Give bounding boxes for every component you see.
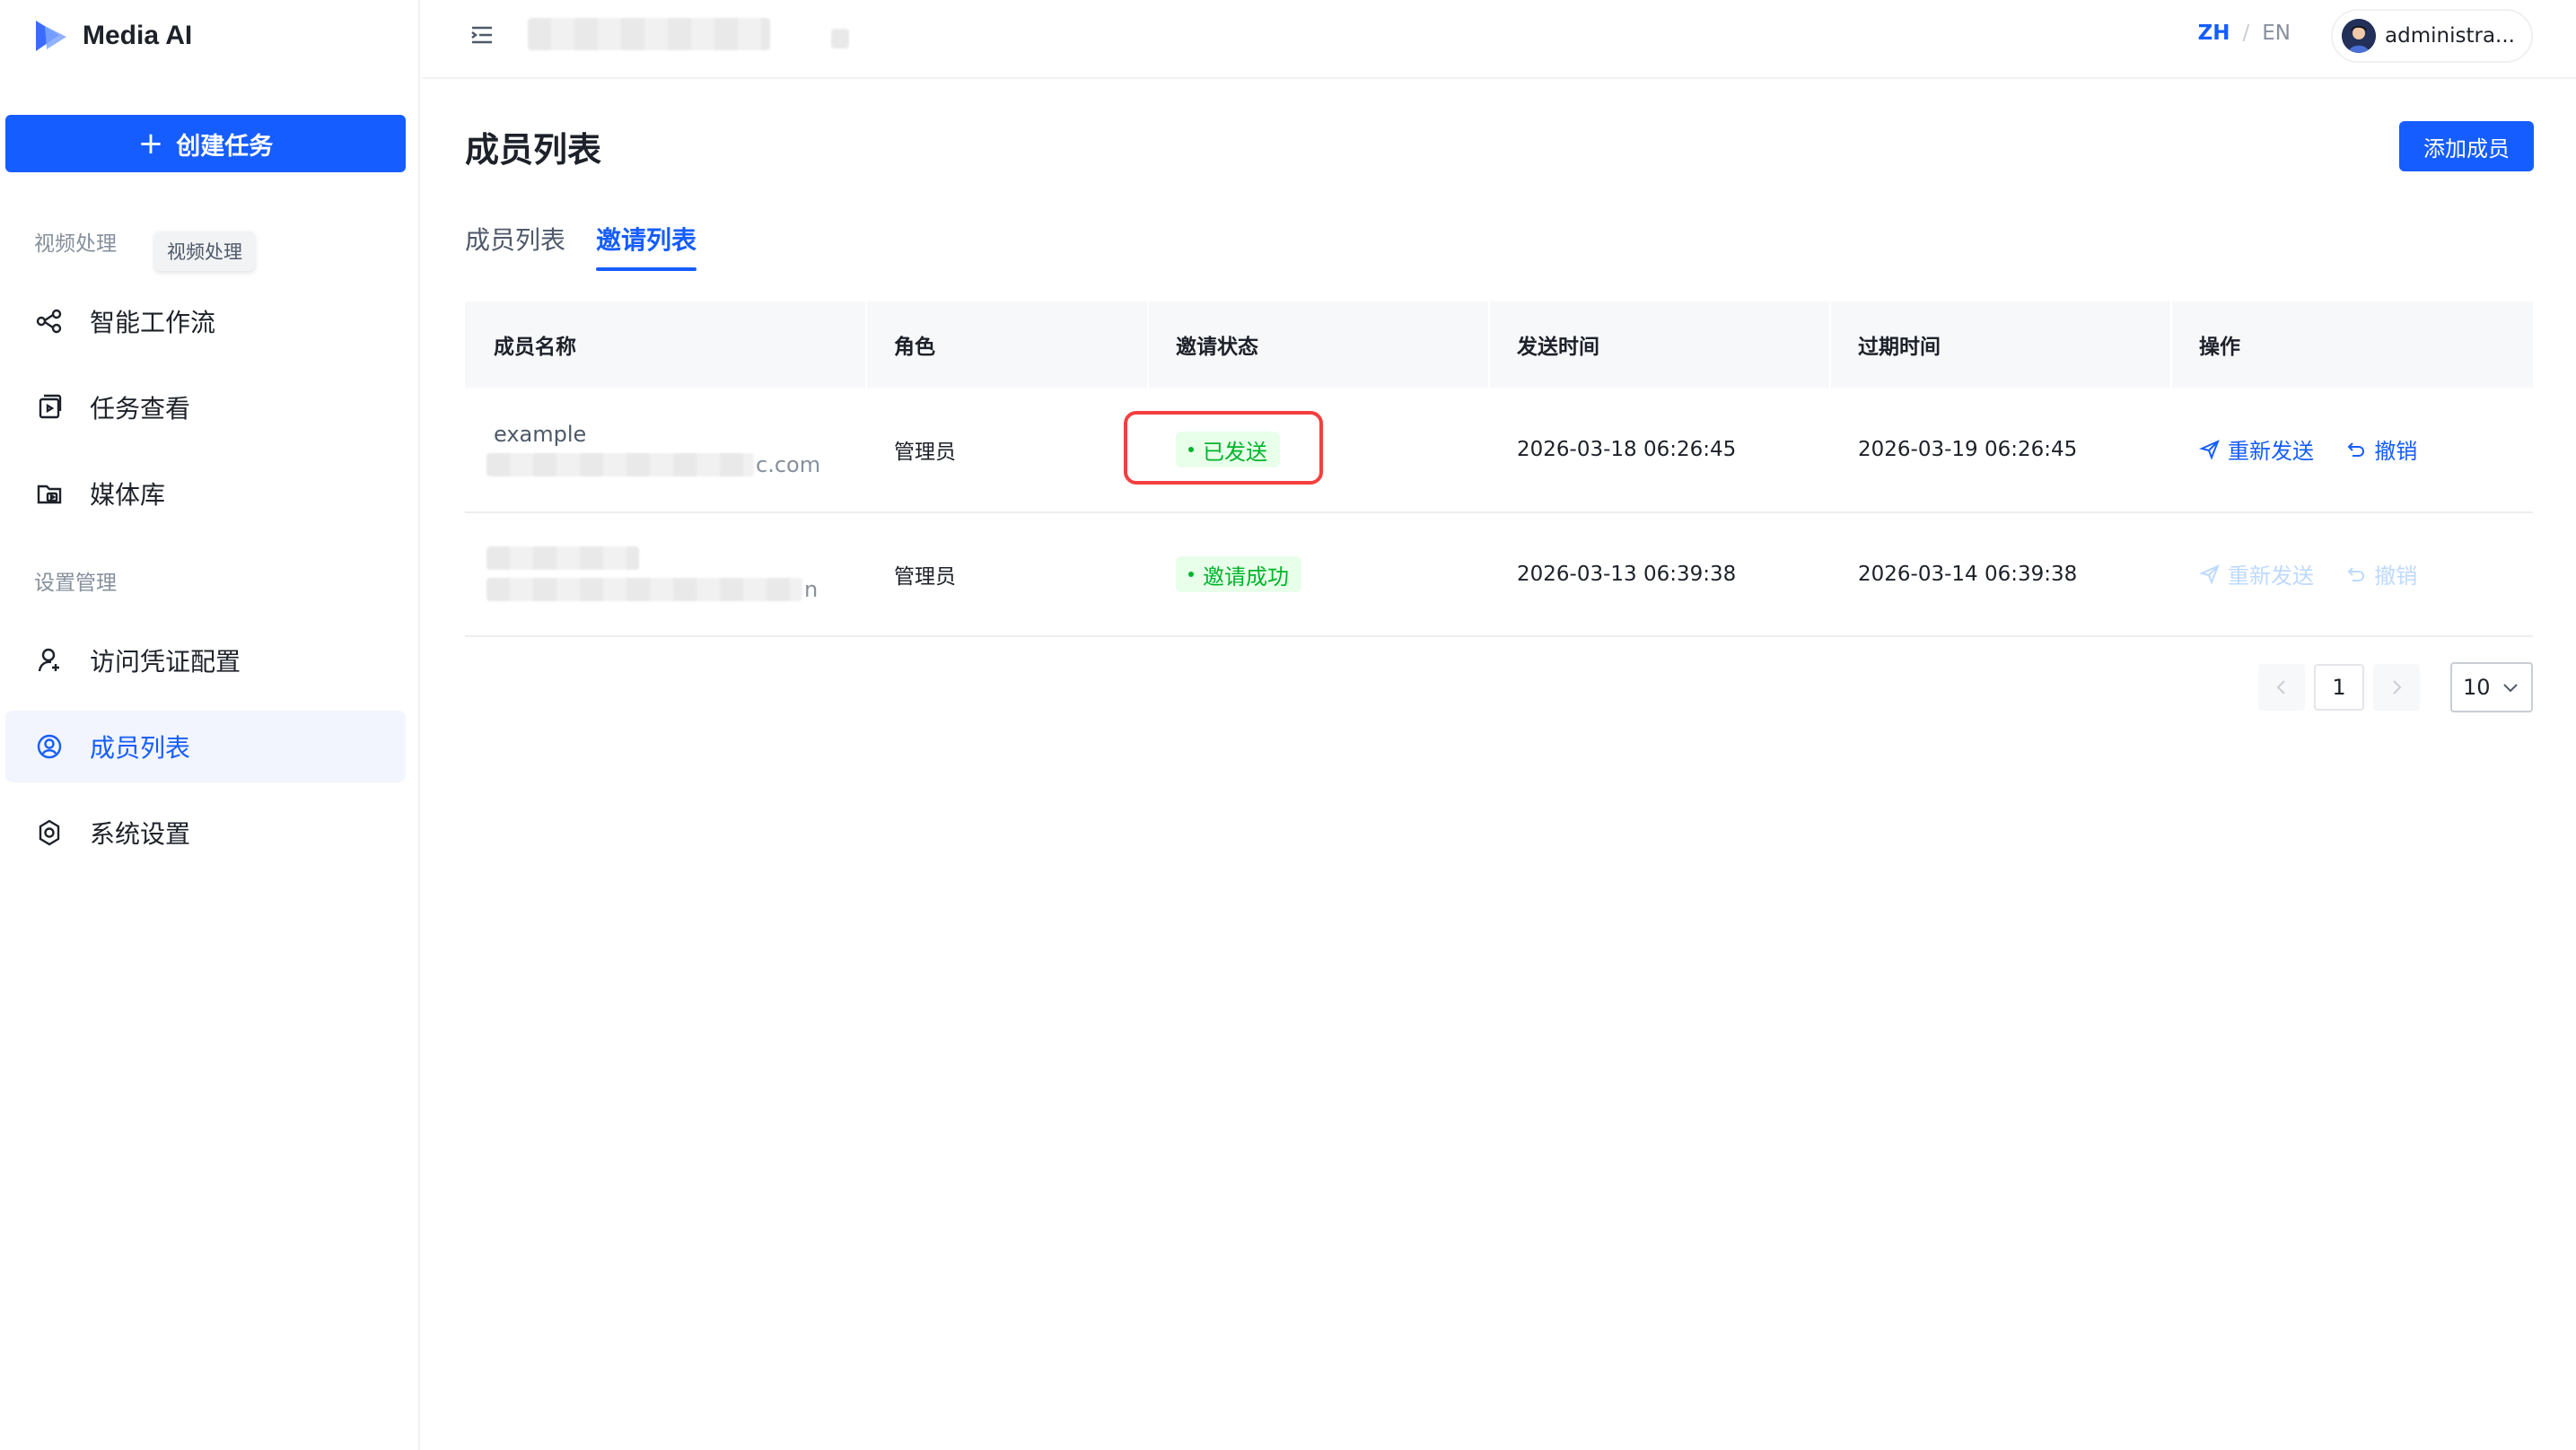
logo-icon [32, 17, 70, 55]
email-suffix: c.com [756, 452, 821, 477]
member-email: c.com [486, 452, 865, 477]
member-name-cell: example c.com [465, 422, 865, 477]
actions-cell: 重新发送 撤销 [2170, 558, 2533, 590]
add-member-button[interactable]: 添加成员 [2399, 121, 2534, 171]
credential-icon [34, 645, 65, 676]
redacted-name [486, 546, 639, 570]
sidebar-item-label: 任务查看 [90, 394, 191, 424]
resend-button[interactable]: 重新发送 [2199, 433, 2314, 465]
prev-page-button[interactable] [2258, 664, 2305, 711]
tooltip: 视频处理 [154, 231, 255, 271]
status-badge: 邀请成功 [1176, 556, 1301, 592]
sent-time-cell: 2026-03-13 06:39:38 [1517, 563, 1737, 586]
redacted-mark [831, 29, 849, 48]
highlight-annotation [1124, 411, 1323, 485]
column-header: 邀请状态 [1147, 301, 1488, 388]
page-title: 成员列表 [465, 130, 602, 170]
column-header: 成员名称 [494, 336, 576, 359]
plus-icon: + [137, 126, 164, 162]
status-text: 邀请成功 [1203, 563, 1289, 590]
redacted-email [486, 453, 754, 476]
lang-zh[interactable]: ZH [2198, 22, 2230, 45]
expire-time-cell: 2026-03-19 06:26:45 [1858, 438, 2078, 461]
revoke-label: 撤销 [2374, 563, 2418, 590]
create-task-label: 创建任务 [176, 132, 274, 161]
email-suffix: n [804, 577, 819, 602]
brand-name: Media AI [83, 21, 193, 50]
revoke-button[interactable]: 撤销 [2345, 558, 2417, 590]
status-dot-icon [1188, 572, 1194, 577]
revoke-label: 撤销 [2374, 439, 2418, 465]
brand[interactable]: Media AI [32, 16, 192, 56]
task-icon [34, 392, 65, 423]
sidebar-item-media-library[interactable]: 媒体库 [5, 458, 406, 529]
resend-label: 重新发送 [2228, 563, 2314, 590]
column-header: 发送时间 [1488, 301, 1829, 388]
sidebar-item-label: 访问凭证配置 [90, 647, 241, 677]
role-cell: 管理员 [894, 441, 956, 464]
chevron-right-icon [2393, 680, 2402, 694]
sent-time-cell: 2026-03-18 06:26:45 [1517, 438, 1737, 461]
column-header: 角色 [865, 301, 1147, 388]
sidebar-item-workflow[interactable]: 智能工作流 [5, 285, 406, 357]
table-row: example c.com 管理员 已发送 2026-03-18 06:26:4… [465, 388, 2533, 513]
language-switch: ZH / EN [2198, 22, 2291, 45]
column-header: 操作 [2170, 301, 2533, 388]
sidebar-item-tasks[interactable]: 任务查看 [5, 371, 406, 443]
resend-label: 重新发送 [2228, 439, 2314, 465]
chevron-left-icon [2276, 680, 2285, 694]
lang-separator: / [2242, 22, 2250, 45]
tab-member-list[interactable]: 成员列表 [465, 221, 565, 271]
table-header: 成员名称 角色 邀请状态 发送时间 过期时间 操作 [465, 301, 2533, 388]
sidebar-item-credentials[interactable]: 访问凭证配置 [5, 625, 406, 696]
column-header: 过期时间 [1829, 301, 2170, 388]
sidebar-item-label: 媒体库 [90, 480, 166, 510]
menu-fold-icon[interactable] [469, 22, 495, 48]
sidebar-item-system-settings[interactable]: 系统设置 [5, 797, 406, 869]
workflow-icon [34, 306, 65, 336]
gear-icon [34, 817, 65, 848]
sidebar: Media AI + 创建任务 视频处理 视频处理 智能工作流 任务查看 媒体库… [0, 0, 420, 1450]
section-title-settings: 设置管理 [34, 572, 117, 595]
member-name-cell: n [465, 546, 865, 602]
undo-icon [2347, 567, 2365, 581]
redacted-email [486, 578, 802, 601]
member-icon [34, 731, 65, 762]
sidebar-item-label: 智能工作流 [90, 308, 216, 337]
page-size-value: 10 [2463, 675, 2491, 700]
page-number-button[interactable]: 1 [2314, 664, 2364, 711]
send-icon [2199, 439, 2220, 460]
create-task-button[interactable]: + 创建任务 [5, 115, 406, 172]
status-cell: 邀请成功 [1147, 556, 1488, 592]
expire-time-cell: 2026-03-14 06:39:38 [1858, 563, 2078, 586]
redacted-breadcrumb [528, 18, 770, 50]
chevron-down-icon [2503, 684, 2518, 693]
undo-icon [2347, 442, 2365, 457]
next-page-button[interactable] [2373, 664, 2420, 711]
tab-invite-list[interactable]: 邀请列表 [596, 221, 697, 271]
section-title-video: 视频处理 [34, 232, 117, 256]
media-library-icon [34, 478, 65, 509]
role-cell: 管理员 [894, 565, 956, 589]
sidebar-item-members[interactable]: 成员列表 [5, 711, 406, 782]
sidebar-item-label: 系统设置 [90, 819, 191, 849]
table-row: n 管理员 邀请成功 2026-03-13 06:39:38 2026-03-1… [465, 513, 2533, 637]
tab-bar: 成员列表 邀请列表 [465, 221, 697, 271]
user-name: administra... [2385, 24, 2515, 48]
lang-en[interactable]: EN [2262, 22, 2291, 45]
user-menu[interactable]: administra... [2331, 9, 2533, 63]
member-email: n [486, 577, 865, 602]
sidebar-item-label: 成员列表 [90, 733, 191, 763]
revoke-button[interactable]: 撤销 [2345, 433, 2417, 465]
send-icon [2199, 563, 2220, 585]
member-name: example [494, 422, 587, 447]
actions-cell: 重新发送 撤销 [2170, 433, 2533, 466]
resend-button[interactable]: 重新发送 [2199, 558, 2314, 590]
avatar [2342, 19, 2377, 53]
invite-table: 成员名称 角色 邀请状态 发送时间 过期时间 操作 example c.com … [465, 301, 2533, 637]
top-header: ZH / EN administra... [422, 0, 2576, 79]
page-size-select[interactable]: 10 [2450, 662, 2533, 712]
